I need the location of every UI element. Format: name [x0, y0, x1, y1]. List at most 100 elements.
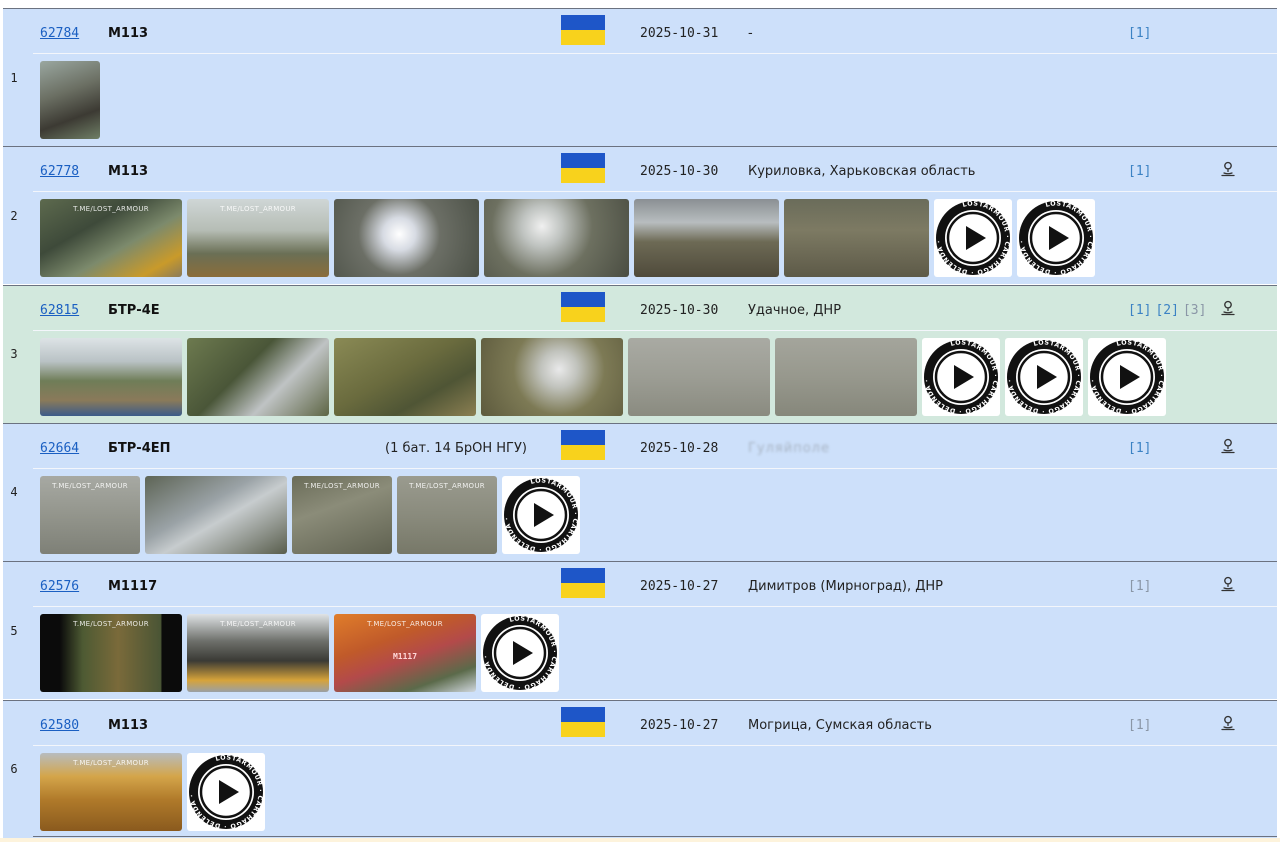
location: Удачное, ДНР [748, 302, 842, 318]
location: Куриловка, Харьковская область [748, 164, 976, 180]
photo-thumbnail[interactable] [784, 199, 929, 278]
ukraine-flag-icon [561, 429, 605, 460]
photo-thumbnail[interactable] [40, 337, 182, 416]
photo-thumbnail[interactable]: T.ME/LOST_ARMOUR [40, 475, 140, 554]
photo-thumbnail[interactable] [40, 61, 100, 139]
lostarmour-play-icon: LOSTARMOUR · CARTHAGO · DELENDA · EST [187, 753, 264, 831]
entry-header: 62784 M113 2025-10-31 - [1] [33, 9, 1277, 54]
video-thumbnail[interactable]: LOSTARMOUR · CARTHAGO · DELENDA · EST [481, 614, 559, 693]
photo-thumbnail[interactable] [634, 199, 779, 278]
video-thumbnail[interactable]: LOSTARMOUR · CARTHAGO · DELENDA · EST [1088, 337, 1166, 416]
loss-date: 2025-10-30 [640, 302, 719, 318]
geolocation-pin-icon[interactable] [1220, 576, 1236, 592]
photo-thumbnail[interactable]: T.ME/LOST_ARMOUR [40, 614, 182, 693]
source-link[interactable]: [1] [1128, 164, 1151, 179]
photo-thumbnail[interactable]: T.ME/LOST_ARMOUR [292, 475, 392, 554]
loss-date: 2025-10-27 [640, 579, 719, 595]
loss-date: 2025-10-27 [640, 717, 719, 733]
video-thumbnail[interactable]: LOSTARMOUR · CARTHAGO · DELENDA · EST [187, 752, 265, 831]
entry-header: 62778 M113 2025-10-30 Куриловка, Харьковска… [33, 147, 1277, 193]
entry-id-link[interactable]: 62580 [40, 718, 79, 733]
loss-entry: 3 62815 БТР-4Е 2025-10-30 Удачное, ДНР [1] [2]… [3, 284, 1277, 423]
overlay-tag: M1117 [392, 652, 418, 662]
source-link[interactable]: [2] [1155, 303, 1178, 318]
watermark-text: T.ME/LOST_ARMOUR [73, 758, 149, 767]
geolocation-pin-icon[interactable] [1220, 161, 1236, 177]
entry-index: 2 [10, 208, 18, 223]
geolocation-pin-icon[interactable] [1220, 300, 1236, 316]
photo-thumbnail[interactable]: T.ME/LOST_ARMOUR [40, 752, 182, 831]
entry-id-link[interactable]: 62576 [40, 579, 79, 594]
photo-thumbnail[interactable] [187, 337, 329, 416]
lostarmour-play-icon: LOSTARMOUR · CARTHAGO · DELENDA · EST [934, 199, 1011, 277]
video-thumbnail[interactable]: LOSTARMOUR · CARTHAGO · DELENDA · EST [1017, 199, 1095, 278]
source-links: [1] [1128, 26, 1155, 41]
entry-index: 5 [10, 623, 18, 638]
media-strip: T.ME/LOST_ARMOUR T.ME/LOST_ARMOUR LOSTARMO… [40, 199, 1095, 278]
entry-header: 62815 БТР-4Е 2025-10-30 Удачное, ДНР [1] [2][… [33, 286, 1277, 331]
source-link[interactable]: [1] [1128, 26, 1151, 41]
video-thumbnail[interactable]: LOSTARMOUR · CARTHAGO · DELENDA · EST [934, 199, 1012, 278]
location: Гуляйполе [748, 440, 830, 456]
geolocation-pin-icon[interactable] [1220, 715, 1236, 731]
loss-entry: 2 62778 M113 2025-10-30 Куриловка, Харьковск… [3, 146, 1277, 285]
source-links: [1] [2] [3] [1128, 303, 1210, 318]
ukraine-flag-icon [561, 291, 605, 322]
list-bottom-border [33, 836, 1277, 837]
ukraine-flag-icon [561, 706, 605, 737]
source-links: [1] [1128, 164, 1155, 179]
photo-thumbnail[interactable] [484, 199, 629, 278]
lostarmour-play-icon: LOSTARMOUR · CARTHAGO · DELENDA · EST [502, 476, 579, 554]
loss-entry: 6 62580 M113 2025-10-27 Могрица, Сумская обл… [3, 699, 1277, 838]
media-strip: LOSTARMOUR · CARTHAGO · DELENDA · ESTLOS… [40, 337, 1166, 416]
photo-thumbnail[interactable]: T.ME/LOST_ARMOUR [40, 199, 182, 278]
photo-thumbnail[interactable] [481, 337, 623, 416]
location: Димитров (Мирноград), ДНР [748, 579, 944, 595]
photo-thumbnail[interactable] [334, 337, 476, 416]
source-links: [1] [1128, 579, 1155, 594]
photo-thumbnail[interactable] [145, 475, 287, 554]
entry-index: 3 [10, 347, 18, 362]
vehicle-model: M113 [108, 164, 149, 180]
entry-id-link[interactable]: 62664 [40, 441, 79, 456]
entry-index: 4 [10, 485, 18, 500]
lostarmour-play-icon: LOSTARMOUR · CARTHAGO · DELENDA · EST [1088, 338, 1165, 416]
photo-thumbnail[interactable]: T.ME/LOST_ARMOUR [187, 199, 329, 278]
photo-thumbnail[interactable] [775, 337, 917, 416]
source-link[interactable]: [1] [1128, 579, 1151, 594]
source-link[interactable]: [1] [1128, 441, 1151, 456]
vehicle-model: M113 [108, 26, 149, 41]
loss-entry: 1 62784 M113 2025-10-31 - [1] [3, 8, 1277, 146]
media-strip: T.ME/LOST_ARMOUR LOSTARMOUR · CARTHAGO · … [40, 752, 265, 831]
vehicle-model: БТР-4ЕП [108, 440, 171, 456]
photo-thumbnail[interactable]: T.ME/LOST_ARMOUR [187, 614, 329, 693]
entry-header: 62576 M1117 2025-10-27 Димитров (Мирноград)… [33, 562, 1277, 608]
source-links: [1] [1128, 441, 1155, 456]
entry-id-link[interactable]: 62778 [40, 164, 79, 179]
photo-thumbnail[interactable]: T.ME/LOST_ARMOUR [397, 475, 497, 554]
video-thumbnail[interactable]: LOSTARMOUR · CARTHAGO · DELENDA · EST [1005, 337, 1083, 416]
geolocation-pin-icon[interactable] [1220, 438, 1236, 454]
vehicle-model: БТР-4Е [108, 302, 160, 318]
photo-thumbnail[interactable] [628, 337, 770, 416]
lostarmour-play-icon: LOSTARMOUR · CARTHAGO · DELENDA · EST [481, 614, 558, 692]
media-strip [40, 61, 100, 139]
watermark-text: T.ME/LOST_ARMOUR [367, 620, 443, 629]
watermark-text: T.ME/LOST_ARMOUR [73, 620, 149, 629]
source-links: [1] [1128, 718, 1155, 733]
loss-date: 2025-10-28 [640, 440, 719, 456]
video-thumbnail[interactable]: LOSTARMOUR · CARTHAGO · DELENDA · EST [502, 475, 580, 554]
entry-id-link[interactable]: 62815 [40, 303, 79, 318]
source-link[interactable]: [3] [1183, 303, 1206, 318]
entry-id-link[interactable]: 62784 [40, 26, 79, 41]
watermark-text: T.ME/LOST_ARMOUR [220, 205, 296, 214]
source-link[interactable]: [1] [1128, 718, 1151, 733]
photo-thumbnail[interactable] [334, 199, 479, 278]
watermark-text: T.ME/LOST_ARMOUR [304, 481, 380, 490]
photo-thumbnail[interactable]: T.ME/LOST_ARMOUR M1117 [334, 614, 476, 693]
video-thumbnail[interactable]: LOSTARMOUR · CARTHAGO · DELENDA · EST [922, 337, 1000, 416]
source-link[interactable]: [1] [1128, 303, 1151, 318]
watermark-text: T.ME/LOST_ARMOUR [409, 481, 485, 490]
entry-header: 62664 БТР-4ЕП (1 бат. 14 БрОН НГУ) 2025-10-… [33, 424, 1277, 469]
location: - [748, 26, 753, 41]
